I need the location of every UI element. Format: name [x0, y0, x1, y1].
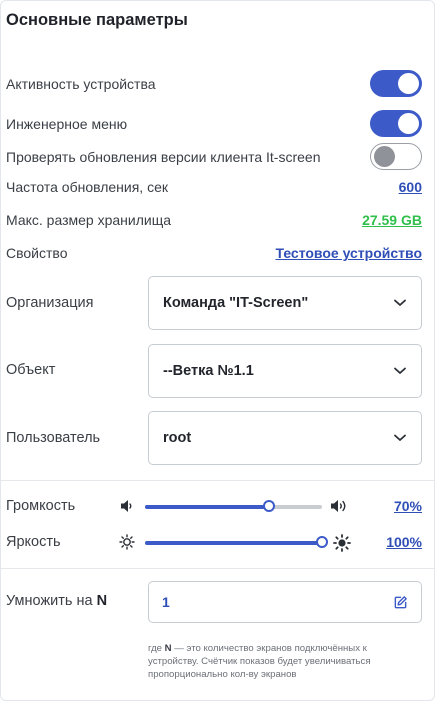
- volume-row: Громкость 70%: [6, 495, 422, 519]
- volume-low-icon: [121, 500, 132, 512]
- toggle-label: Активность устройства: [6, 75, 156, 92]
- multiply-label-prefix: Умножить на: [6, 593, 97, 609]
- toggle-knob: [374, 146, 395, 167]
- refresh-rate-link[interactable]: 600: [399, 179, 422, 195]
- brightness-thumb[interactable]: [316, 536, 328, 548]
- note-n: N: [164, 643, 172, 654]
- user-label: Пользователь: [6, 430, 101, 446]
- storage-row: Макс. размер хранилища 27.59 GB: [6, 212, 422, 228]
- volume-label: Громкость: [6, 498, 76, 514]
- object-label: Объект: [6, 362, 56, 378]
- divider: [1, 568, 434, 569]
- multiply-label: Умножить на N: [6, 593, 107, 609]
- note-text: — это количество экранов подключённых к …: [148, 643, 371, 680]
- property-label: Свойство: [6, 245, 68, 261]
- chevron-down-icon: [394, 367, 406, 374]
- refresh-rate-row: Частота обновления, сек 600: [6, 179, 422, 195]
- toggle-knob: [398, 113, 419, 134]
- engineering-menu-toggle[interactable]: [370, 110, 422, 137]
- brightness-high-icon: [333, 534, 351, 552]
- brightness-track-fill: [145, 541, 322, 545]
- panel-title: Основные параметры: [6, 11, 188, 29]
- storage-link[interactable]: 27.59 GB: [362, 212, 422, 228]
- volume-value[interactable]: 70%: [394, 498, 422, 514]
- organization-select[interactable]: Команда "IT-Screen": [148, 276, 422, 330]
- chevron-down-icon: [394, 434, 406, 441]
- brightness-row: Яркость 100%: [6, 531, 422, 555]
- multiply-input[interactable]: 1: [148, 581, 422, 623]
- multiply-note: где N — это количество экранов подключён…: [148, 642, 418, 681]
- toggle-label: Инженерное меню: [6, 115, 128, 132]
- brightness-label: Яркость: [6, 534, 61, 550]
- volume-high-icon: [331, 500, 346, 512]
- note-prefix: где: [148, 643, 165, 654]
- property-link[interactable]: Тестовое устройство: [275, 245, 422, 261]
- toggle-label: Проверять обновления версии клиента It-s…: [6, 148, 321, 165]
- volume-thumb[interactable]: [262, 500, 275, 512]
- organization-value: Команда "IT-Screen": [163, 295, 309, 311]
- divider: [1, 480, 434, 481]
- object-value: --Ветка №1.1: [163, 363, 254, 379]
- object-select[interactable]: --Ветка №1.1: [148, 344, 422, 398]
- storage-label: Макс. размер хранилища: [6, 212, 172, 228]
- brightness-value[interactable]: 100%: [386, 534, 422, 550]
- chevron-down-icon: [394, 299, 406, 306]
- settings-panel: Основные параметры Активность устройства…: [0, 0, 435, 701]
- toggle-row-engineering-menu: Инженерное меню: [6, 110, 422, 137]
- property-row: Свойство Тестовое устройство: [6, 245, 422, 261]
- organization-label: Организация: [6, 295, 94, 311]
- check-updates-toggle[interactable]: [370, 143, 422, 170]
- multiply-label-n: N: [96, 593, 108, 609]
- toggle-row-check-updates: Проверять обновления версии клиента It-s…: [6, 143, 422, 170]
- volume-track-fill: [145, 505, 269, 509]
- toggle-row-device-active: Активность устройства: [6, 70, 422, 97]
- refresh-rate-label: Частота обновления, сек: [6, 179, 168, 195]
- toggle-knob: [398, 73, 419, 94]
- device-active-toggle[interactable]: [370, 70, 422, 97]
- user-value: root: [163, 430, 192, 446]
- multiply-value: 1: [162, 594, 170, 610]
- edit-icon[interactable]: [393, 595, 408, 610]
- user-select[interactable]: root: [148, 411, 422, 465]
- brightness-low-icon: [119, 534, 135, 550]
